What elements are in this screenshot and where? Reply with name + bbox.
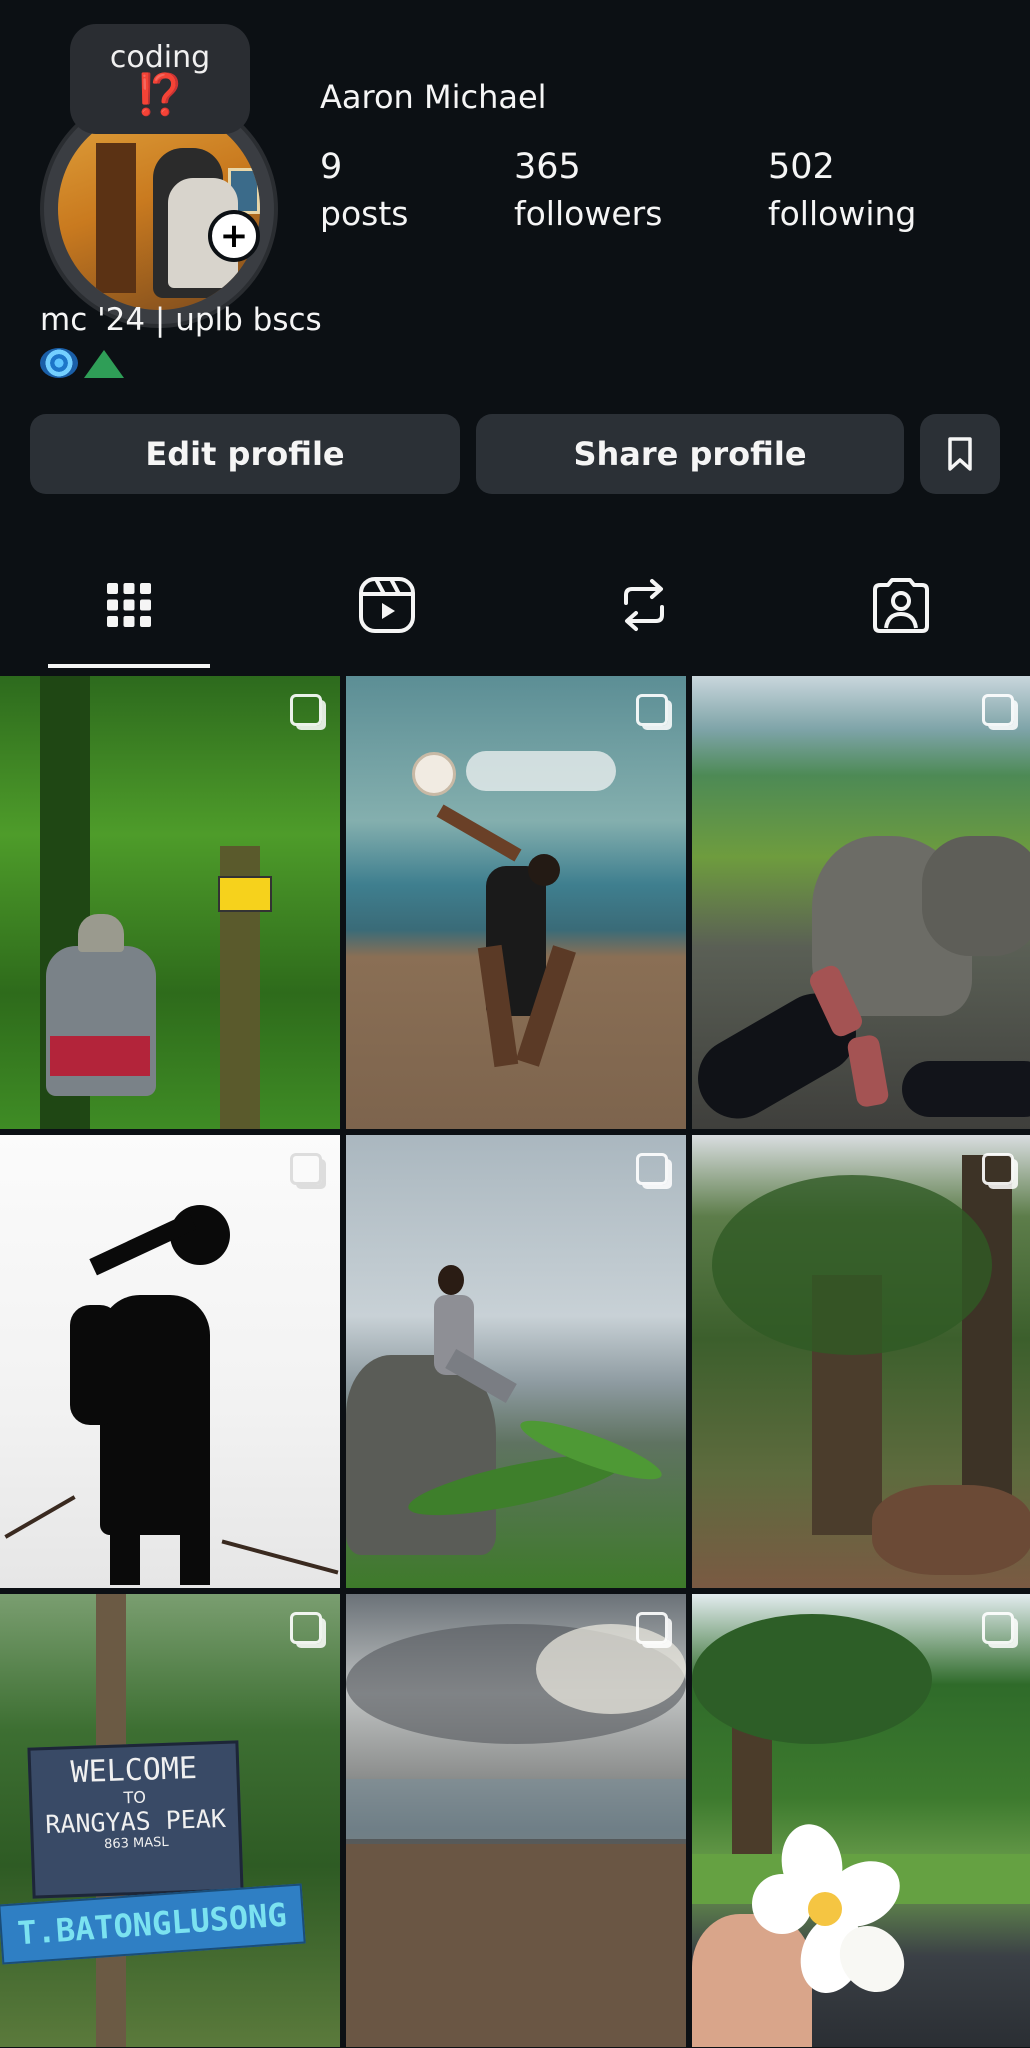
repost-icon	[624, 579, 664, 631]
bio-emojis	[40, 346, 130, 382]
bookmark-icon	[948, 437, 972, 471]
edit-profile-button[interactable]: Edit profile	[30, 414, 460, 494]
reels-icon	[359, 577, 415, 633]
post-tile[interactable]	[346, 1135, 686, 1588]
post-tile[interactable]	[0, 676, 340, 1129]
followers-stat[interactable]: 365 followers	[514, 145, 662, 239]
post-tile[interactable]	[692, 1135, 1030, 1588]
posts-count: 9	[320, 147, 343, 187]
tent-icon	[84, 350, 124, 378]
followers-label: followers	[514, 194, 663, 233]
posts-label: posts	[320, 194, 409, 233]
multi-post-icon	[636, 1153, 668, 1185]
post-tile[interactable]: WELCOME TO RANGYAS PEAK 863 MASL T.BATON…	[0, 1594, 340, 2047]
note-bubble[interactable]: coding ⁉️	[70, 24, 250, 134]
bookmark-button[interactable]	[920, 414, 1000, 494]
note-text: coding	[109, 40, 211, 75]
following-stat[interactable]: 502 following	[768, 145, 916, 239]
posts-stat[interactable]: 9 posts	[320, 145, 408, 239]
multi-post-icon	[982, 1612, 1014, 1644]
multi-post-icon	[290, 694, 322, 726]
profile-username: Aaron Michael	[320, 78, 547, 116]
grid-icon	[107, 583, 151, 627]
tab-grid[interactable]	[94, 570, 164, 640]
bio-text: mc '24 | uplb bscs	[40, 302, 322, 338]
multi-post-icon	[982, 694, 1014, 726]
multi-post-icon	[290, 1153, 322, 1185]
post-tile[interactable]	[692, 676, 1030, 1129]
multi-post-icon	[982, 1153, 1014, 1185]
profile-page: + coding ⁉️ Aaron Michael 9 posts 365 fo…	[0, 0, 1030, 2048]
posts-grid: WELCOME TO RANGYAS PEAK 863 MASL T.BATON…	[0, 676, 1030, 2048]
swirl-icon	[40, 348, 78, 378]
share-profile-button[interactable]: Share profile	[476, 414, 904, 494]
avatar[interactable]	[58, 108, 260, 310]
multi-post-icon	[636, 694, 668, 726]
following-count: 502	[768, 147, 835, 187]
tab-reels[interactable]	[352, 570, 422, 640]
post-tile[interactable]	[692, 1594, 1030, 2047]
tagged-person-icon	[873, 578, 929, 633]
post-tile[interactable]	[346, 676, 686, 1129]
multi-post-icon	[290, 1612, 322, 1644]
multi-post-icon	[636, 1612, 668, 1644]
note-emoji: ⁉️	[135, 72, 185, 118]
tab-reposts[interactable]	[609, 570, 679, 640]
add-story-button[interactable]: +	[208, 210, 260, 262]
post-tile[interactable]	[346, 1594, 686, 2047]
tab-tagged[interactable]	[866, 570, 936, 640]
active-tab-indicator	[48, 664, 210, 668]
followers-count: 365	[514, 147, 581, 187]
following-label: following	[768, 194, 917, 233]
post-tile[interactable]	[0, 1135, 340, 1588]
